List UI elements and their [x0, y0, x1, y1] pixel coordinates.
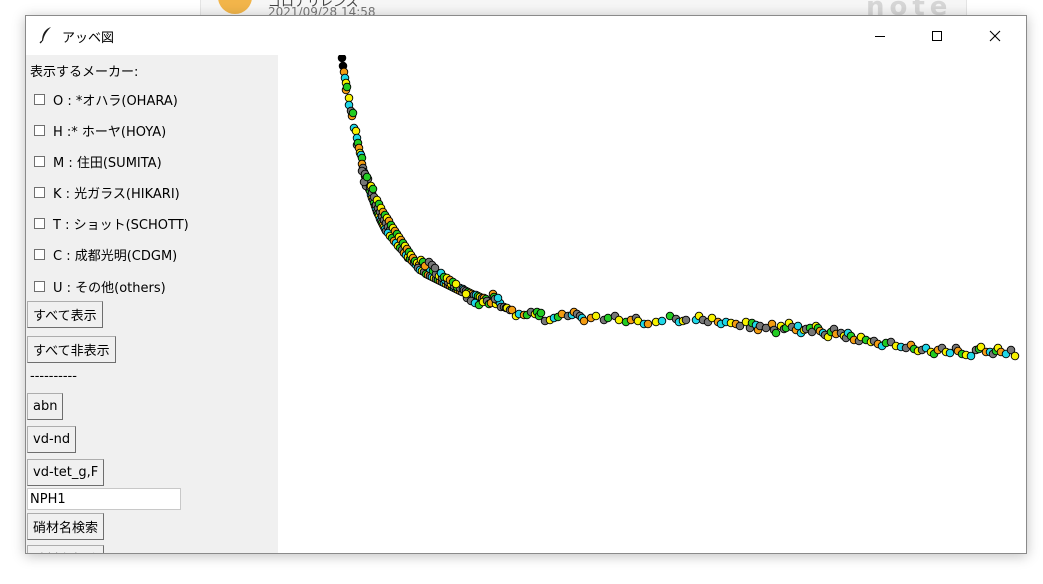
abn-plot-button[interactable]: abn: [27, 393, 64, 420]
maker-heading: 表示するメーカー:: [30, 65, 139, 80]
maker-label: H :* ホーヤ(HOYA): [53, 125, 167, 140]
maker-label: O : *オハラ(OHARA): [53, 94, 178, 109]
control-panel: 表示するメーカー: O : *オハラ(OHARA) H :* ホーヤ(HOYA)…: [26, 55, 278, 553]
checkbox-box[interactable]: [34, 94, 45, 105]
glass-point: [771, 328, 781, 338]
maker-label: K : 光ガラス(HIKARI): [53, 187, 180, 202]
maker-checkbox-others[interactable]: U : その他(others): [34, 277, 166, 296]
glass-point: [348, 108, 358, 118]
separator-text: ----------: [30, 369, 77, 384]
glass-point: [603, 313, 613, 323]
glass-point: [451, 279, 461, 289]
abbe-plot-area: [278, 53, 1026, 553]
show-all-button[interactable]: すべて表示: [27, 301, 103, 328]
scatter-plot: [337, 53, 1020, 361]
minimize-icon: [875, 35, 885, 37]
maker-label: M : 住田(SUMITA): [53, 156, 162, 171]
glass-search-button[interactable]: 硝材名検索: [27, 513, 105, 540]
abbe-diagram-window: アッベ図 表示するメーカー: O : *オハラ(OHARA) H :* ホーヤ(…: [25, 15, 1027, 554]
maker-checkbox-ohara[interactable]: O : *オハラ(OHARA): [34, 90, 178, 109]
glass-point: [362, 172, 372, 182]
glass-clear-button[interactable]: 硝材名削除: [27, 545, 105, 553]
glass-point: [351, 126, 361, 136]
glass-point: [344, 93, 354, 103]
glass-point: [337, 53, 347, 63]
maximize-icon: [932, 30, 942, 41]
close-button[interactable]: [972, 16, 1018, 55]
maker-label: C : 成都光明(CDGM): [53, 249, 178, 264]
checkbox-box[interactable]: [34, 187, 45, 198]
maker-checkbox-sumita[interactable]: M : 住田(SUMITA): [34, 152, 162, 171]
maker-checkbox-cdgm[interactable]: C : 成都光明(CDGM): [34, 245, 177, 264]
checkbox-box[interactable]: [34, 218, 45, 229]
window-title: アッベ図: [62, 31, 115, 46]
glass-point: [591, 311, 601, 321]
maximize-button[interactable]: [914, 16, 960, 55]
glass-point: [368, 184, 378, 194]
glass-point: [1010, 351, 1020, 361]
maker-label: T : ショット(SCHOTT): [53, 218, 189, 233]
checkbox-box[interactable]: [34, 249, 45, 260]
glass-name-input[interactable]: [27, 488, 181, 510]
checkbox-box[interactable]: [34, 125, 45, 136]
feather-icon: [39, 27, 51, 44]
glass-point: [657, 316, 667, 326]
glass-point: [614, 315, 624, 325]
checkbox-box[interactable]: [34, 156, 45, 167]
glass-point: [342, 82, 352, 92]
maker-checkbox-hoya[interactable]: H :* ホーヤ(HOYA): [34, 121, 166, 140]
maker-checkbox-schott[interactable]: T : ショット(SCHOTT): [34, 214, 189, 233]
title-bar[interactable]: アッベ図: [26, 16, 1026, 55]
glass-point: [643, 319, 653, 329]
vd-tet-plot-button[interactable]: vd-tet_g,F: [27, 459, 105, 486]
checkbox-box[interactable]: [34, 281, 45, 292]
glass-point: [461, 289, 471, 299]
minimize-button[interactable]: [857, 16, 903, 55]
close-icon: [989, 30, 1001, 41]
glass-point: [536, 308, 546, 318]
glass-point: [493, 293, 503, 303]
glass-point: [681, 315, 691, 325]
maker-label: U : その他(others): [53, 281, 166, 296]
hide-all-button[interactable]: すべて非表示: [27, 336, 116, 363]
glass-point: [579, 316, 589, 326]
maker-checkbox-hikari[interactable]: K : 光ガラス(HIKARI): [34, 183, 180, 202]
vd-nd-plot-button[interactable]: vd-nd: [27, 426, 77, 453]
